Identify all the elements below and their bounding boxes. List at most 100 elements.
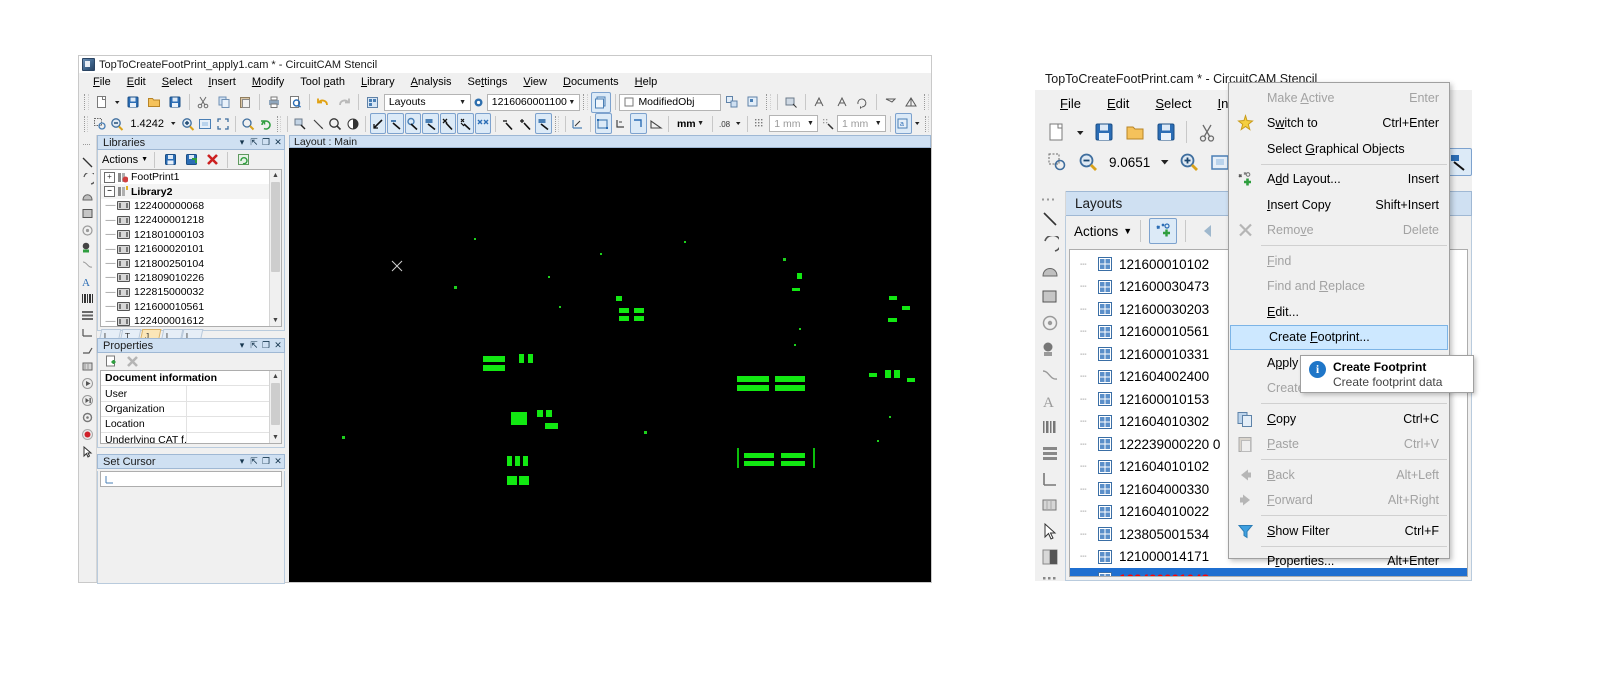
corner-dim-icon[interactable] [613, 113, 630, 134]
print-icon[interactable] [264, 92, 284, 113]
context-menu-item[interactable]: Properties...Alt+Enter [1229, 549, 1449, 575]
cut-icon[interactable] [1193, 118, 1221, 146]
refresh-icon[interactable] [257, 113, 274, 134]
draw-rect-icon[interactable] [1038, 288, 1062, 306]
dimension-tool-icon[interactable] [1038, 470, 1062, 488]
decimals-dropdown-icon[interactable] [734, 113, 743, 134]
draw-pad-icon[interactable] [80, 240, 95, 254]
layers-icon[interactable] [80, 308, 95, 322]
dimension-tool-icon[interactable] [80, 325, 95, 339]
add-property-button[interactable] [102, 353, 120, 370]
angle-corner-icon[interactable] [630, 113, 647, 134]
more-tools-icon[interactable] [1038, 574, 1062, 581]
menu-library[interactable]: Library [353, 74, 403, 90]
draw-circle-icon[interactable] [80, 223, 95, 237]
insert-component-icon[interactable] [1038, 496, 1062, 514]
bounding-box-icon[interactable] [595, 113, 612, 134]
toolbar-grip[interactable] [84, 116, 88, 132]
toolbar-grip[interactable] [277, 116, 281, 132]
toolbar-grip[interactable] [924, 94, 929, 110]
pan-icon[interactable] [240, 113, 257, 134]
toolbar-grip[interactable] [766, 94, 771, 110]
settings-gear-icon[interactable] [80, 410, 95, 424]
grid-size-combo-2[interactable]: 1 mm ▼ [837, 115, 886, 132]
barcode-icon[interactable] [80, 291, 95, 305]
delete-property-button[interactable] [123, 353, 141, 370]
draw-polygon-icon[interactable] [80, 189, 95, 203]
snap-box-icon[interactable] [535, 113, 552, 134]
context-menu-item[interactable]: CopyCtrl+C [1229, 406, 1449, 432]
save-library-button[interactable] [161, 151, 179, 169]
decimals-icon[interactable]: .08 [716, 113, 733, 134]
barcode-icon[interactable] [1038, 418, 1062, 436]
property-value[interactable] [187, 402, 281, 416]
cursor-coord-icon[interactable] [101, 472, 117, 486]
library-item[interactable]: —121800250104 [101, 256, 281, 270]
panel-menu-icon[interactable]: ▾ [236, 137, 248, 148]
menu-view[interactable]: View [515, 74, 555, 90]
draw-arc-icon[interactable] [1038, 236, 1062, 254]
library-item[interactable]: —122400001612 [101, 314, 281, 327]
libraries-scrollbar[interactable]: ▲ ▼ [269, 170, 281, 326]
pin-icon[interactable]: ⇱ [248, 456, 260, 467]
pick-intersection-icon[interactable] [440, 113, 457, 134]
undo-icon[interactable] [313, 92, 333, 113]
vtool-grip[interactable] [80, 138, 95, 152]
magnify-icon[interactable] [327, 113, 344, 134]
draw-circle-icon[interactable] [1038, 314, 1062, 332]
toolbar-grip[interactable] [925, 116, 929, 132]
zoom-extents-icon[interactable] [215, 113, 232, 134]
properties-grid[interactable]: Document information UserOrganizationLoc… [100, 370, 282, 444]
align-left-icon[interactable] [810, 92, 830, 113]
draw-line-icon[interactable] [1038, 210, 1062, 228]
scroll-up-arrow-icon[interactable]: ▲ [270, 371, 281, 382]
back-button[interactable] [1194, 218, 1222, 244]
zoom-window-icon[interactable] [91, 113, 108, 134]
right-layouts-actions-label[interactable]: Actions [1074, 224, 1118, 239]
expander-icon[interactable]: + [104, 172, 115, 183]
text-tool-icon[interactable]: A [80, 274, 95, 288]
maximize-icon[interactable]: ❐ [260, 137, 272, 148]
zoom-out-icon[interactable] [109, 113, 126, 134]
new-dropdown-button[interactable] [113, 92, 123, 113]
context-menu-item[interactable]: Edit... [1229, 299, 1449, 325]
panel-menu-icon[interactable]: ▾ [236, 340, 248, 351]
mirror-icon[interactable] [901, 92, 921, 113]
text-tool-icon[interactable]: A [1038, 392, 1062, 410]
layouts-icon[interactable] [363, 92, 383, 113]
align-right-icon[interactable] [831, 92, 851, 113]
chevron-down-icon[interactable]: ▼ [1123, 226, 1132, 236]
pick-snap-icon[interactable] [457, 113, 474, 134]
redo-icon[interactable] [334, 92, 354, 113]
property-value[interactable] [187, 433, 281, 444]
context-menu-item[interactable]: Show FilterCtrl+F [1229, 518, 1449, 544]
cursor-tool-icon[interactable] [1038, 522, 1062, 540]
grid-icon[interactable] [752, 113, 769, 134]
context-menu-item[interactable]: Select Graphical Objects [1229, 136, 1449, 162]
menu-edit[interactable]: Edit [1094, 94, 1142, 113]
chevron-down-icon[interactable]: ▼ [141, 156, 148, 163]
save-library-as-button[interactable] [182, 151, 200, 169]
scrollbar-thumb[interactable] [271, 383, 280, 425]
properties-scrollbar[interactable]: ▲ ▼ [269, 371, 281, 443]
expander-icon[interactable]: − [104, 186, 115, 197]
pcb-canvas[interactable] [289, 148, 931, 582]
close-icon[interactable]: ✕ [272, 340, 284, 351]
property-value[interactable] [187, 386, 281, 400]
draw-polygon-icon[interactable] [1038, 262, 1062, 280]
draw-rect-icon[interactable] [80, 206, 95, 220]
maximize-icon[interactable]: ❐ [260, 340, 272, 351]
library-item[interactable]: —121600020101 [101, 242, 281, 256]
unit-combo[interactable]: mm ▼ [673, 115, 708, 132]
record-icon[interactable] [80, 427, 95, 441]
refresh-library-button[interactable] [234, 151, 252, 169]
draw-arc-icon[interactable] [80, 172, 95, 186]
maximize-icon[interactable]: ❐ [260, 456, 272, 467]
close-icon[interactable]: ✕ [272, 137, 284, 148]
toolbar-grip[interactable] [84, 94, 89, 110]
panel-tab-p-icon[interactable] [1038, 548, 1062, 566]
dimension-xy-icon[interactable] [570, 113, 587, 134]
context-menu-item[interactable]: Switch toCtrl+Enter [1229, 111, 1449, 137]
menu-modify[interactable]: Modify [244, 74, 292, 90]
grid-snap-icon[interactable] [819, 113, 836, 134]
